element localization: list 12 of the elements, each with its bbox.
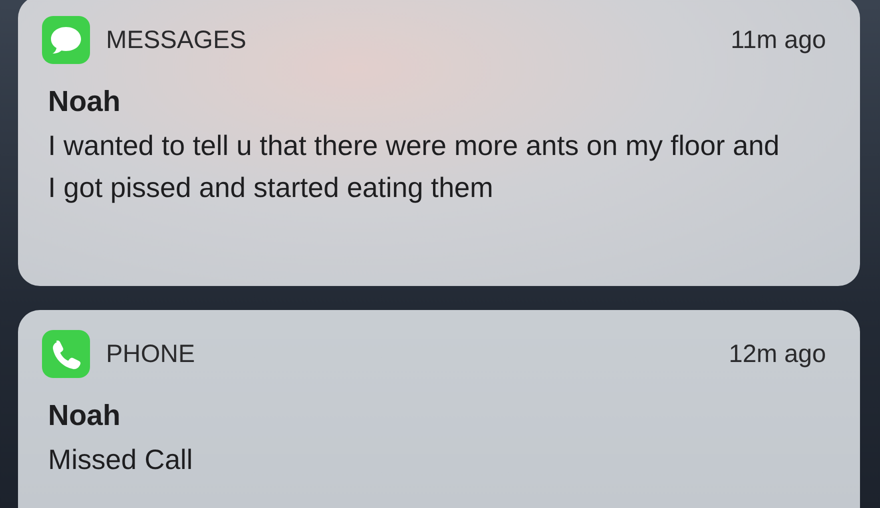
sender-name: Noah bbox=[48, 400, 122, 433]
speech-bubble-icon bbox=[42, 16, 90, 64]
app-name: MESSAGES bbox=[106, 26, 248, 54]
notification-time: 12m ago bbox=[728, 340, 826, 368]
notification-card[interactable]: PHONE 12m ago Noah Missed Call bbox=[18, 310, 860, 508]
notification-message: I wanted to tell u that there were more ants on my floor and I got pissed and started eating them bbox=[48, 129, 780, 205]
notification-card[interactable]: MESSAGES 11m ago Noah I wanted to tell u that there were more ants on my floor and I got pissed and started eating them bbox=[18, 0, 860, 286]
phone-icon bbox=[42, 330, 90, 378]
app-name: PHONE bbox=[106, 340, 196, 368]
notification-message: Missed Call bbox=[48, 443, 194, 477]
notification-time: 11m ago bbox=[730, 26, 826, 54]
sender-name: Noah bbox=[48, 86, 122, 119]
